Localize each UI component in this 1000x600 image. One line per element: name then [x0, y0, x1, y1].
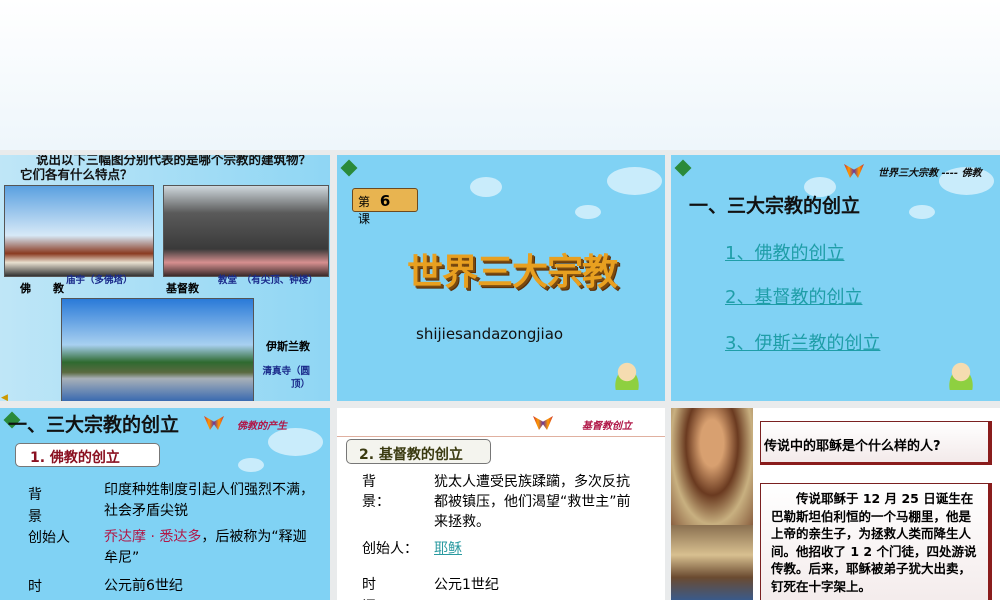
lesson-prefix: 第 [358, 195, 371, 209]
link-islam[interactable]: 3、伊斯兰教的创立 [725, 329, 880, 355]
crucifixion-image [671, 525, 753, 600]
top-blank-area [0, 0, 1000, 150]
slide-thumbnail-4[interactable]: 一、三大宗教的创立 佛教的产生 1. 佛教的创立 背景 印度种姓制度引起人们强烈… [0, 408, 330, 600]
link-buddhism[interactable]: 1、佛教的创立 [725, 239, 844, 265]
label-founder: 创始人 [28, 530, 70, 546]
jesus-with-lamb-image [671, 408, 753, 525]
question-text: 说出以下三幅图分别代表的是哪个宗教的建筑物？它们各有什么特点？ [20, 155, 312, 182]
logo-icon [674, 159, 692, 177]
section-heading: 一、三大宗教的创立 [689, 195, 861, 217]
header-divider [337, 436, 665, 437]
founder-name: 乔达摩 · 悉达多 [104, 529, 202, 545]
story-box: 传说耶稣于 12 月 25 日诞生在巴勒斯坦伯利恒的一个马棚里，他是上帝的亲生子… [760, 483, 992, 600]
mosque-image [61, 298, 254, 401]
value-background: 犹太人遭受民族蹂躏，多次反抗都被镇压，他们渴望“救世主”前来拯救。 [434, 474, 631, 530]
buddhism-label: 佛 教 [20, 282, 64, 295]
subsection-box: 2. 基督教的创立 [346, 439, 491, 464]
lesson-badge: 第 6 课 [352, 188, 418, 226]
cloud-icon [607, 167, 662, 195]
slide-thumbnail-6[interactable]: 传说中的耶稣是个什么样的人? 传说耶稣于 12 月 25 日诞生在巴勒斯坦伯利恒… [671, 408, 1000, 600]
cloud-icon [575, 205, 601, 219]
slide-thumbnail-2[interactable]: 第 6 课 世界三大宗教 shijiesandazongjiao [337, 155, 665, 401]
kite-icon [204, 416, 224, 430]
pinyin-text: shijiesandazongjiao [416, 325, 564, 343]
slide-thumbnail-1[interactable]: 说出以下三幅图分别代表的是哪个宗教的建筑物？它们各有什么特点？ 佛 教 庙宇（多… [0, 155, 330, 401]
question-box: 传说中的耶稣是个什么样的人? [760, 421, 992, 465]
label-founder: 创始人： [362, 541, 418, 557]
lesson-suffix: 课 [358, 212, 371, 226]
monk-cartoon-icon [943, 360, 979, 390]
cloud-icon [268, 428, 323, 456]
kite-icon [533, 416, 553, 430]
label-background: 背景 [28, 487, 42, 525]
islam-label: 伊斯兰教 [266, 340, 310, 353]
header-tag: 佛教的产生 [237, 421, 287, 432]
slide-thumbnail-3[interactable]: 世界三大宗教 ---- 佛教 一、三大宗教的创立 1、佛教的创立 2、基督教的创… [671, 155, 1000, 401]
founder-link[interactable]: 耶稣 [434, 538, 462, 558]
monk-cartoon-icon [609, 360, 645, 390]
kite-icon [844, 164, 864, 178]
value-time: 公元前6世纪 [104, 578, 183, 594]
header-tag: 世界三大宗教 ---- 佛教 [878, 168, 982, 179]
buddhism-building-label: 庙宇（多佛塔） [66, 275, 133, 286]
section-heading: 一、三大宗教的创立 [8, 414, 180, 436]
lesson-number: 6 [379, 192, 391, 210]
value-background: 印度种姓制度引起人们强烈不满，社会矛盾尖锐 [104, 482, 314, 519]
label-time: 时间 [28, 579, 42, 595]
christianity-building-label: 教堂 （有尖顶、钟楼） [218, 275, 318, 286]
cloud-icon [238, 458, 264, 472]
logo-icon [340, 159, 358, 177]
christianity-label: 基督教 [166, 282, 199, 295]
islam-building-label: 清真寺（圆顶） [262, 366, 310, 390]
cloud-icon [909, 205, 935, 219]
slide-thumbnail-5[interactable]: 基督教创立 2. 基督教的创立 背景： 犹太人遭受民族蹂躏，多次反抗都被镇压，他… [337, 408, 665, 600]
label-background: 背景： [362, 474, 390, 510]
cloud-icon [470, 177, 502, 197]
slide-title: 世界三大宗教 [407, 252, 618, 293]
church-image [163, 185, 329, 277]
link-christianity[interactable]: 2、基督教的创立 [725, 283, 862, 309]
value-time: 公元1世纪 [434, 577, 499, 593]
subsection-box: 1. 佛教的创立 [15, 443, 160, 467]
speaker-icon: ◀ [1, 393, 8, 401]
buddhist-temple-image [4, 185, 154, 277]
header-tag: 基督教创立 [582, 421, 632, 432]
label-time: 时间 [362, 577, 376, 600]
value-founder: 乔达摩 · 悉达多，后被称为“释迦牟尼” [104, 527, 319, 569]
